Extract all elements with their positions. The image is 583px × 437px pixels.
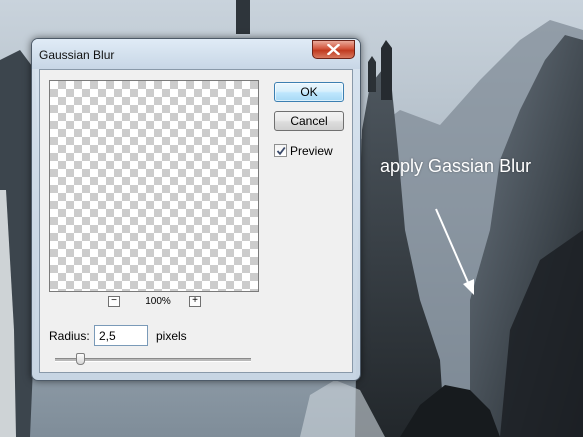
dialog-titlebar[interactable]: Gaussian Blur: [32, 39, 360, 69]
ok-button[interactable]: OK: [274, 82, 344, 102]
preview-checkbox[interactable]: [274, 144, 287, 157]
gaussian-blur-dialog: Gaussian Blur − 100% + OK Cancel Preview…: [31, 38, 361, 381]
dialog-body: − 100% + OK Cancel Preview Radius: pixel…: [39, 69, 353, 373]
annotation-text: apply Gassian Blur: [380, 156, 532, 176]
zoom-level: 100%: [145, 296, 171, 307]
blur-preview-window[interactable]: [49, 80, 259, 292]
radius-unit-label: pixels: [156, 329, 187, 343]
close-icon: [327, 44, 340, 55]
zoom-in-button[interactable]: +: [189, 296, 201, 307]
dialog-title: Gaussian Blur: [39, 48, 115, 62]
annotation-arrow-icon: [435, 208, 474, 295]
zoom-out-button[interactable]: −: [108, 296, 120, 307]
cancel-button[interactable]: Cancel: [274, 111, 344, 131]
preview-checkbox-label[interactable]: Preview: [290, 144, 333, 158]
checkmark-icon: [276, 146, 286, 156]
radius-input[interactable]: [94, 325, 148, 346]
radius-slider-thumb[interactable]: [75, 353, 85, 365]
close-button[interactable]: [312, 40, 355, 59]
radius-label: Radius:: [49, 329, 90, 343]
